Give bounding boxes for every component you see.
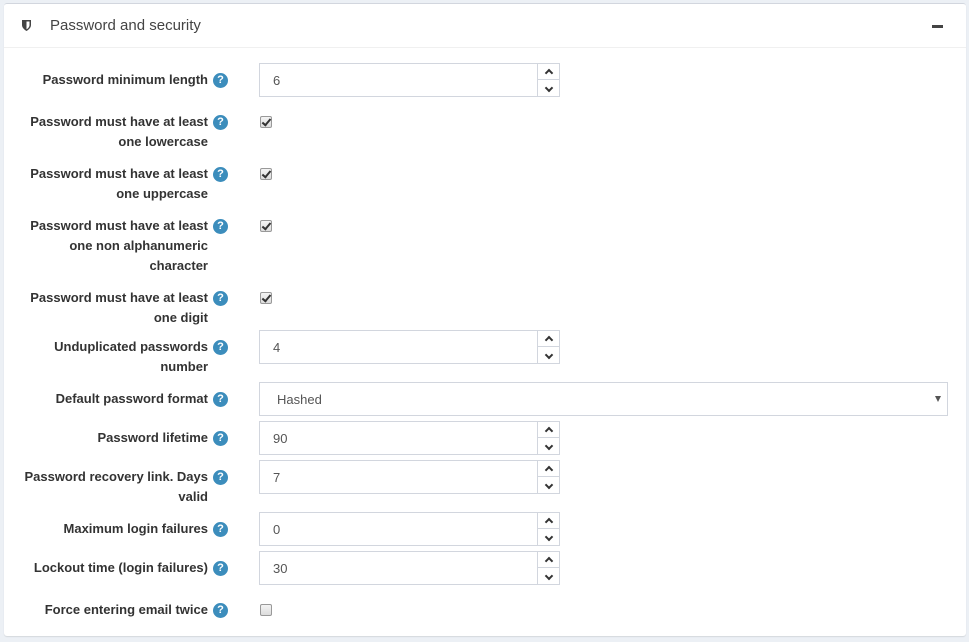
checkbox-unchecked[interactable] xyxy=(260,604,272,616)
number-input[interactable]: 4 xyxy=(259,330,560,364)
number-input-value[interactable]: 0 xyxy=(273,522,280,537)
number-input-value[interactable]: 4 xyxy=(273,340,280,355)
field-label: Password minimum length xyxy=(42,72,208,87)
checkbox-checked[interactable] xyxy=(260,292,272,304)
panel-title: Password and security xyxy=(50,17,201,34)
select-value: Hashed xyxy=(277,392,322,407)
number-input[interactable]: 0 xyxy=(259,512,560,546)
number-input-value[interactable]: 7 xyxy=(273,470,280,485)
help-icon[interactable]: ? xyxy=(213,470,228,485)
chevron-down-icon xyxy=(544,441,553,451)
chevron-up-icon xyxy=(544,68,553,78)
field-label: Password must have at least one lowercas… xyxy=(30,114,208,149)
spinner[interactable] xyxy=(537,422,559,454)
decrement-button[interactable] xyxy=(538,568,559,584)
field-label: Force entering email twice xyxy=(44,602,208,617)
decrement-button[interactable] xyxy=(538,80,559,96)
field-label: Password must have at least one digit xyxy=(30,290,208,325)
checkbox-checked[interactable] xyxy=(260,220,272,232)
spinner[interactable] xyxy=(537,552,559,584)
spinner[interactable] xyxy=(537,513,559,545)
panel-header[interactable]: Password and security xyxy=(4,4,966,48)
number-input[interactable]: 30 xyxy=(259,551,560,585)
password-security-panel: Password and security Password minimum l… xyxy=(4,3,966,636)
help-icon[interactable]: ? xyxy=(213,561,228,576)
decrement-button[interactable] xyxy=(538,347,559,363)
checkbox-checked[interactable] xyxy=(260,116,272,128)
field-label: Password recovery link. Days valid xyxy=(24,469,208,504)
help-icon[interactable]: ? xyxy=(213,522,228,537)
chevron-up-icon xyxy=(544,426,553,436)
caret-down-icon xyxy=(935,396,941,402)
password-format-select[interactable]: Hashed xyxy=(259,382,948,416)
field-label: Unduplicated passwords number xyxy=(54,339,208,374)
chevron-up-icon xyxy=(544,335,553,345)
field-label: Password must have at least one uppercas… xyxy=(30,166,208,201)
shield-icon xyxy=(22,20,31,31)
collapse-minus-icon[interactable] xyxy=(932,18,944,32)
help-icon[interactable]: ? xyxy=(213,291,228,306)
field-label: Lockout time (login failures) xyxy=(33,560,208,575)
help-icon[interactable]: ? xyxy=(213,167,228,182)
chevron-down-icon xyxy=(544,350,553,360)
field-label: Password must have at least one non alph… xyxy=(30,218,208,273)
chevron-down-icon xyxy=(544,480,553,490)
help-icon[interactable]: ? xyxy=(213,219,228,234)
increment-button[interactable] xyxy=(538,331,559,347)
help-icon[interactable]: ? xyxy=(213,73,228,88)
increment-button[interactable] xyxy=(538,64,559,80)
increment-button[interactable] xyxy=(538,422,559,438)
number-input-value[interactable]: 30 xyxy=(273,561,287,576)
chevron-down-icon xyxy=(544,571,553,581)
spinner[interactable] xyxy=(537,331,559,363)
increment-button[interactable] xyxy=(538,552,559,568)
help-icon[interactable]: ? xyxy=(213,603,228,618)
number-input-value[interactable]: 6 xyxy=(273,73,280,88)
field-label: Password lifetime xyxy=(97,430,208,445)
help-icon[interactable]: ? xyxy=(213,115,228,130)
spinner[interactable] xyxy=(537,64,559,96)
decrement-button[interactable] xyxy=(538,477,559,493)
number-input[interactable]: 6 xyxy=(259,63,560,97)
help-icon[interactable]: ? xyxy=(213,431,228,446)
chevron-up-icon xyxy=(544,556,553,566)
number-input[interactable]: 90 xyxy=(259,421,560,455)
spinner[interactable] xyxy=(537,461,559,493)
help-icon[interactable]: ? xyxy=(213,340,228,355)
decrement-button[interactable] xyxy=(538,438,559,454)
chevron-up-icon xyxy=(544,517,553,527)
chevron-down-icon xyxy=(544,532,553,542)
chevron-down-icon xyxy=(544,83,553,93)
number-input[interactable]: 7 xyxy=(259,460,560,494)
checkbox-checked[interactable] xyxy=(260,168,272,180)
field-label: Maximum login failures xyxy=(63,521,208,536)
increment-button[interactable] xyxy=(538,461,559,477)
field-label: Default password format xyxy=(55,391,208,406)
decrement-button[interactable] xyxy=(538,529,559,545)
help-icon[interactable]: ? xyxy=(213,392,228,407)
increment-button[interactable] xyxy=(538,513,559,529)
chevron-up-icon xyxy=(544,465,553,475)
number-input-value[interactable]: 90 xyxy=(273,431,287,446)
